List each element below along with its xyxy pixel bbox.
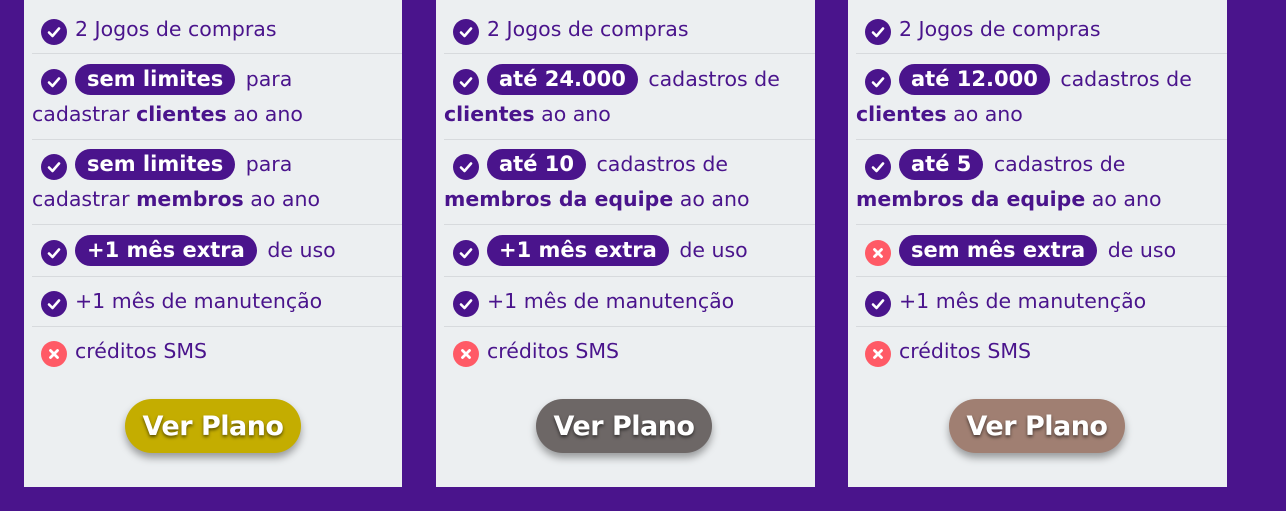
check-icon xyxy=(41,19,67,45)
feature-extra-month: +1 mês extra de uso xyxy=(444,225,815,277)
limit-badge: até 10 xyxy=(487,149,586,180)
feature-text: ao ano xyxy=(226,102,303,126)
feature-text: de uso xyxy=(267,238,336,262)
check-icon xyxy=(453,291,479,317)
plan-card-1: 2 Jogos de compras sem limites para cada… xyxy=(24,0,402,487)
feature-text: cadastros de xyxy=(648,67,780,91)
feature-text: +1 mês de manutenção xyxy=(487,289,735,313)
feature-text: para xyxy=(245,67,293,91)
limit-badge: até 24.000 xyxy=(487,64,638,95)
limit-badge: até 12.000 xyxy=(899,64,1050,95)
feature-text: ao ano xyxy=(673,187,750,211)
plan-card-3: 2 Jogos de compras até 12.000 cadastros … xyxy=(848,0,1227,487)
check-icon xyxy=(41,291,67,317)
feature-text: cadastrar xyxy=(32,102,137,126)
feature-text: cadastros de xyxy=(993,152,1126,176)
feature-maintenance: +1 mês de manutenção xyxy=(444,277,815,327)
feature-text: para xyxy=(245,152,293,176)
cross-icon xyxy=(865,240,891,266)
feature-games: 2 Jogos de compras xyxy=(32,5,402,54)
feature-extra-month: sem mês extra de uso xyxy=(856,225,1227,277)
check-icon xyxy=(865,19,891,45)
feature-bold-text: clientes xyxy=(444,102,535,126)
feature-bold-text: membros da equipe xyxy=(444,187,674,211)
feature-text: de uso xyxy=(679,238,748,262)
feature-text: 2 Jogos de compras xyxy=(899,17,1101,41)
extra-month-badge: sem mês extra xyxy=(899,235,1098,266)
feature-sms: créditos SMS xyxy=(444,327,815,377)
feature-text: cadastros de xyxy=(596,152,728,176)
check-icon xyxy=(453,69,479,95)
cross-icon xyxy=(865,341,891,367)
feature-maintenance: +1 mês de manutenção xyxy=(856,277,1227,327)
extra-month-badge: +1 mês extra xyxy=(487,235,669,266)
feature-text: créditos SMS xyxy=(487,339,620,363)
limit-badge: sem limites xyxy=(75,149,236,180)
ver-plano-button[interactable]: Ver Plano xyxy=(949,399,1125,453)
feature-games: 2 Jogos de compras xyxy=(444,5,815,54)
feature-text: créditos SMS xyxy=(75,339,208,363)
check-icon xyxy=(453,154,479,180)
feature-sms: créditos SMS xyxy=(32,327,402,377)
check-icon xyxy=(41,240,67,266)
feature-games: 2 Jogos de compras xyxy=(856,5,1227,54)
feature-extra-month: +1 mês extra de uso xyxy=(32,225,402,277)
feature-clients: até 24.000 cadastros de clientes ao ano xyxy=(444,54,815,140)
ver-plano-button[interactable]: Ver Plano xyxy=(536,399,712,453)
feature-sms: créditos SMS xyxy=(856,327,1227,377)
feature-clients: até 12.000 cadastros de clientes ao ano xyxy=(856,54,1227,140)
cross-icon xyxy=(41,341,67,367)
feature-bold-text: clientes xyxy=(136,102,227,126)
check-icon xyxy=(453,240,479,266)
check-icon xyxy=(41,69,67,95)
plan-card-2: 2 Jogos de compras até 24.000 cadastros … xyxy=(436,0,815,487)
check-icon xyxy=(865,291,891,317)
feature-bold-text: membros da equipe xyxy=(856,187,1086,211)
feature-text: cadastros de xyxy=(1060,67,1192,91)
ver-plano-button[interactable]: Ver Plano xyxy=(125,399,301,453)
feature-text: de uso xyxy=(1107,238,1177,262)
feature-text: 2 Jogos de compras xyxy=(75,17,277,41)
limit-badge: até 5 xyxy=(899,149,984,180)
feature-text: ao ano xyxy=(243,187,320,211)
feature-text: 2 Jogos de compras xyxy=(487,17,689,41)
feature-bold-text: clientes xyxy=(856,102,947,126)
feature-text: +1 mês de manutenção xyxy=(899,289,1147,313)
feature-text: ao ano xyxy=(1085,187,1162,211)
feature-members: até 5 cadastros de membros da equipe ao … xyxy=(856,140,1227,225)
feature-text: créditos SMS xyxy=(899,339,1032,363)
feature-maintenance: +1 mês de manutenção xyxy=(32,277,402,327)
check-icon xyxy=(453,19,479,45)
cross-icon xyxy=(453,341,479,367)
extra-month-badge: +1 mês extra xyxy=(75,235,257,266)
feature-members: sem limites para cadastrar membros ao an… xyxy=(32,140,402,225)
check-icon xyxy=(865,154,891,180)
feature-clients: sem limites para cadastrar clientes ao a… xyxy=(32,54,402,140)
check-icon xyxy=(41,154,67,180)
limit-badge: sem limites xyxy=(75,64,236,95)
feature-bold-text: membros xyxy=(136,187,244,211)
feature-text: +1 mês de manutenção xyxy=(75,289,323,313)
feature-text: cadastrar xyxy=(32,187,137,211)
feature-text: ao ano xyxy=(534,102,611,126)
feature-text: ao ano xyxy=(946,102,1023,126)
check-icon xyxy=(865,69,891,95)
feature-members: até 10 cadastros de membros da equipe ao… xyxy=(444,140,815,225)
